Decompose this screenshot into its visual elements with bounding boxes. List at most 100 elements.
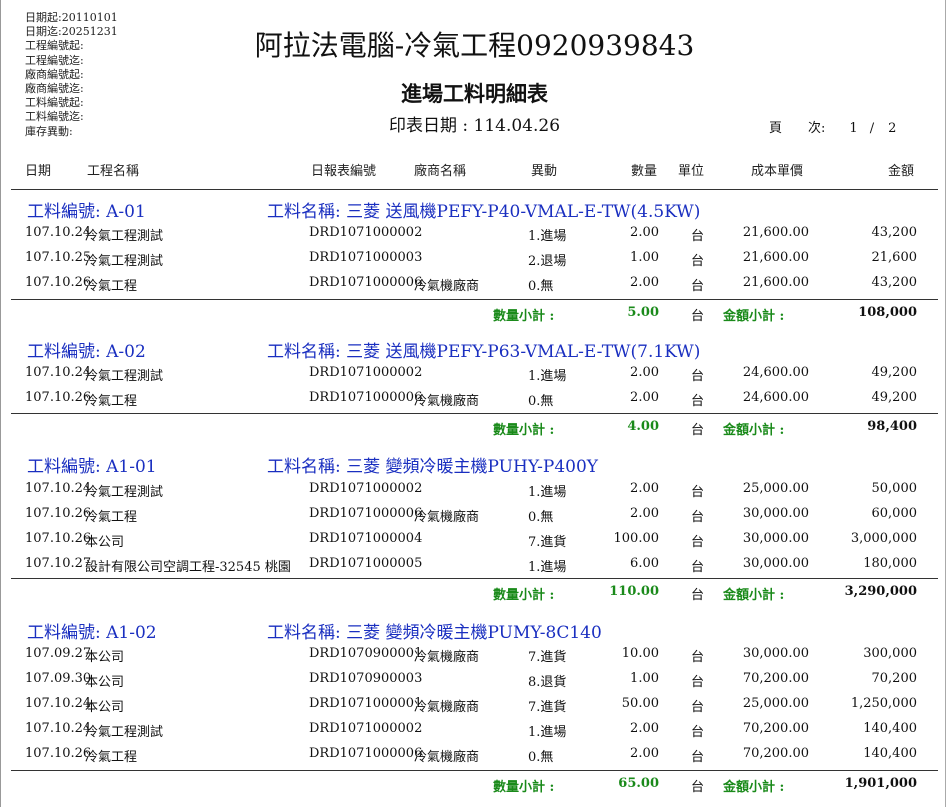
subtotal-qty-label: 數量小計 : [493, 780, 555, 795]
subtotal-divider [11, 578, 938, 579]
subtotal-qty: 65.00 [618, 776, 659, 791]
cell-amount: 21,600 [871, 250, 918, 265]
cell-move: 1.進場 [528, 725, 567, 740]
cell-move: 0.無 [528, 750, 554, 765]
subtotal-qty-label: 數量小計 : [493, 309, 555, 324]
cell-cost: 24,600.00 [742, 390, 809, 405]
subtotal-row: 數量小計 : 65.00 台 金額小計 : 1,901,000 [1, 772, 948, 796]
cell-name: 本公司 [85, 535, 125, 550]
cell-vendor: 冷氣機廠商 [414, 510, 480, 525]
subtotal-amount: 98,400 [867, 419, 917, 434]
cell-qty: 6.00 [630, 556, 659, 571]
cell-date: 107.10.25 [25, 250, 92, 265]
cell-amount: 60,000 [871, 506, 918, 521]
cell-move: 1.進場 [528, 560, 567, 575]
cell-name: 冷氣工程 [85, 279, 138, 294]
cell-cost: 30,000.00 [742, 556, 809, 571]
cell-doc: DRD1071000002 [309, 365, 423, 380]
subtotal-amount-label: 金額小計 : [723, 423, 785, 438]
page-current: 1 [849, 121, 858, 136]
col-header-unit: 單位 [678, 164, 705, 179]
cell-name: 冷氣工程 [85, 750, 138, 765]
cell-date: 107.10.24 [25, 225, 92, 240]
group-header: 工料編號: A-02 工料名稱: 三菱 送風機PEFY-P63-VMAL-E-T… [1, 335, 948, 362]
cell-name: 冷氣工程測試 [85, 254, 164, 269]
cell-cost: 21,600.00 [742, 225, 809, 240]
table-row: 107.10.24 冷氣工程測試 DRD1071000002 1.進場 2.00… [1, 359, 948, 384]
cell-unit: 台 [691, 560, 705, 575]
cell-move: 0.無 [528, 279, 554, 294]
cell-unit: 台 [691, 535, 705, 550]
subtotal-divider [11, 770, 938, 771]
company-title: 阿拉法電腦-冷氣工程0920939843 [254, 29, 695, 62]
cell-doc: DRD1071000002 [309, 721, 423, 736]
cell-date: 107.10.26 [25, 275, 92, 290]
cell-unit: 台 [691, 650, 705, 665]
cell-qty: 2.00 [630, 481, 659, 496]
cell-unit: 台 [691, 750, 705, 765]
table-row: 107.09.27 本公司 DRD1070900001 冷氣機廠商 7.進貨 1… [1, 640, 948, 665]
cell-move: 0.無 [528, 510, 554, 525]
cell-move: 7.進貨 [528, 535, 567, 550]
cell-move: 8.退貨 [528, 675, 567, 690]
subtotal-amount: 108,000 [858, 305, 917, 320]
cell-unit: 台 [691, 229, 705, 244]
cell-move: 2.退場 [528, 254, 567, 269]
cell-name: 冷氣工程測試 [85, 369, 164, 384]
col-header-doc: 日報表編號 [311, 164, 377, 179]
subtotal-divider [11, 299, 938, 300]
cell-doc: DRD1071000003 [309, 250, 423, 265]
page-total: 2 [888, 121, 897, 136]
cell-amount: 43,200 [871, 275, 918, 290]
subtotal-qty: 5.00 [627, 305, 659, 320]
cell-name: 冷氣工程測試 [85, 485, 164, 500]
cell-unit: 台 [691, 725, 705, 740]
cell-unit: 台 [691, 510, 705, 525]
subtotal-qty-label: 數量小計 : [493, 423, 555, 438]
cell-move: 1.進場 [528, 229, 567, 244]
header-divider [11, 189, 938, 190]
subtotal-qty: 4.00 [627, 419, 659, 434]
cell-date: 107.10.26 [25, 390, 92, 405]
table-row: 107.10.26 冷氣工程 DRD1071000006 冷氣機廠商 0.無 2… [1, 740, 948, 765]
page-sep: / [869, 121, 875, 136]
cell-doc: DRD1071000006 [309, 506, 423, 521]
cell-cost: 70,200.00 [742, 746, 809, 761]
group-header: 工料編號: A1-01 工料名稱: 三菱 變頻冷暖主機PUHY-P400Y [1, 450, 948, 477]
cell-doc: DRD1071000002 [309, 225, 423, 240]
cell-vendor: 冷氣機廠商 [414, 394, 480, 409]
page-label: 次: [808, 121, 826, 136]
subtotal-qty-label: 數量小計 : [493, 588, 555, 603]
cell-doc: DRD1071000006 [309, 275, 423, 290]
cell-unit: 台 [691, 675, 705, 690]
cell-cost: 21,600.00 [742, 275, 809, 290]
cell-qty: 100.00 [613, 531, 660, 546]
cell-move: 0.無 [528, 394, 554, 409]
cell-doc: DRD1070900001 [309, 646, 423, 661]
page-label: 頁 [769, 121, 783, 136]
subtotal-amount: 1,901,000 [844, 776, 917, 791]
cell-qty: 1.00 [630, 250, 659, 265]
cell-cost: 25,000.00 [742, 696, 809, 711]
table-row: 107.10.24 冷氣工程測試 DRD1071000002 1.進場 2.00… [1, 715, 948, 740]
col-header-cost: 成本單價 [751, 164, 804, 179]
subtotal-amount-label: 金額小計 : [723, 588, 785, 603]
table-row: 107.10.24 冷氣工程測試 DRD1071000002 1.進場 2.00… [1, 219, 948, 244]
cell-doc: DRD1071000005 [309, 556, 423, 571]
cell-date: 107.09.30 [25, 671, 92, 686]
col-header-date: 日期 [25, 164, 52, 179]
cell-date: 107.10.26 [25, 531, 92, 546]
table-row: 107.10.26 冷氣工程 DRD1071000006 冷氣機廠商 0.無 2… [1, 269, 948, 294]
cell-vendor: 冷氣機廠商 [414, 750, 480, 765]
cell-doc: DRD1071000006 [309, 390, 423, 405]
cell-date: 107.10.26 [25, 506, 92, 521]
group-header: 工料編號: A1-02 工料名稱: 三菱 變頻冷暖主機PUMY-8C140 [1, 616, 948, 643]
subtotal-unit: 台 [691, 423, 705, 438]
cell-date: 107.10.24 [25, 721, 92, 736]
cell-name: 本公司 [85, 700, 125, 715]
cell-cost: 21,600.00 [742, 250, 809, 265]
cell-amount: 50,000 [871, 481, 918, 496]
cell-cost: 25,000.00 [742, 481, 809, 496]
cell-qty: 1.00 [630, 671, 659, 686]
cell-amount: 49,200 [871, 390, 918, 405]
